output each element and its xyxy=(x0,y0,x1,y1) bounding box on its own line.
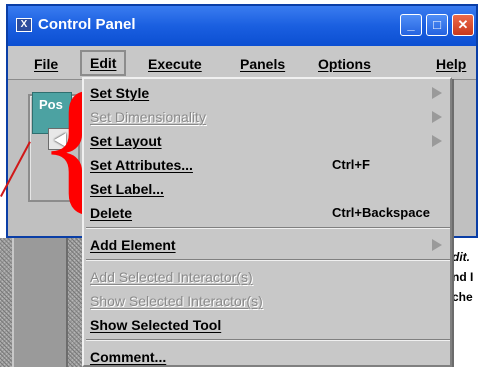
submenu-arrow-icon xyxy=(432,239,442,251)
window-title: Control Panel xyxy=(38,16,136,33)
menu-item-set-label[interactable]: Set Label... xyxy=(90,177,450,201)
menu-separator xyxy=(86,259,450,261)
menu-separator xyxy=(86,339,450,341)
menu-item-set-style[interactable]: Set Style xyxy=(90,81,450,105)
edit-dropdown-menu: Set Style Set Dimensionality Set Layout … xyxy=(82,77,452,367)
submenu-arrow-icon xyxy=(432,111,442,123)
background-text-line: nd I xyxy=(452,270,474,284)
title-bar[interactable]: X Control Panel _ □ ✕ xyxy=(8,6,476,46)
menu-execute[interactable]: Execute xyxy=(148,56,202,72)
shortcut-label: Ctrl+F xyxy=(332,157,370,172)
submenu-arrow-icon xyxy=(432,135,442,147)
menu-item-add-selected-interactors: Add Selected Interactor(s) xyxy=(90,269,253,285)
menu-help[interactable]: Help xyxy=(436,56,466,72)
background-text-line: dit. xyxy=(452,250,470,264)
menu-item-set-attributes[interactable]: Set Attributes... Ctrl+F xyxy=(90,153,450,177)
close-button[interactable]: ✕ xyxy=(452,14,474,36)
shortcut-label: Ctrl+Backspace xyxy=(332,205,430,220)
background-text-line: che xyxy=(452,290,473,304)
menu-item-show-selected-interactors: Show Selected Interactor(s) xyxy=(90,293,263,309)
background-panel-strip xyxy=(12,238,68,367)
menu-item-set-layout[interactable]: Set Layout xyxy=(90,129,450,153)
menu-item-comment[interactable]: Comment... xyxy=(90,345,450,367)
menu-separator xyxy=(86,227,450,229)
minimize-button[interactable]: _ xyxy=(400,14,422,36)
menu-item-add-element[interactable]: Add Element xyxy=(90,233,450,257)
app-icon: X xyxy=(16,18,32,32)
menu-options[interactable]: Options xyxy=(318,56,371,72)
submenu-arrow-icon xyxy=(432,87,442,99)
menu-item-set-dimensionality: Set Dimensionality xyxy=(90,105,450,129)
menu-item-show-selected-tool[interactable]: Show Selected Tool xyxy=(90,313,450,337)
menu-item-delete[interactable]: Delete Ctrl+Backspace xyxy=(90,201,450,225)
maximize-button[interactable]: □ xyxy=(426,14,448,36)
menu-panels[interactable]: Panels xyxy=(240,56,285,72)
